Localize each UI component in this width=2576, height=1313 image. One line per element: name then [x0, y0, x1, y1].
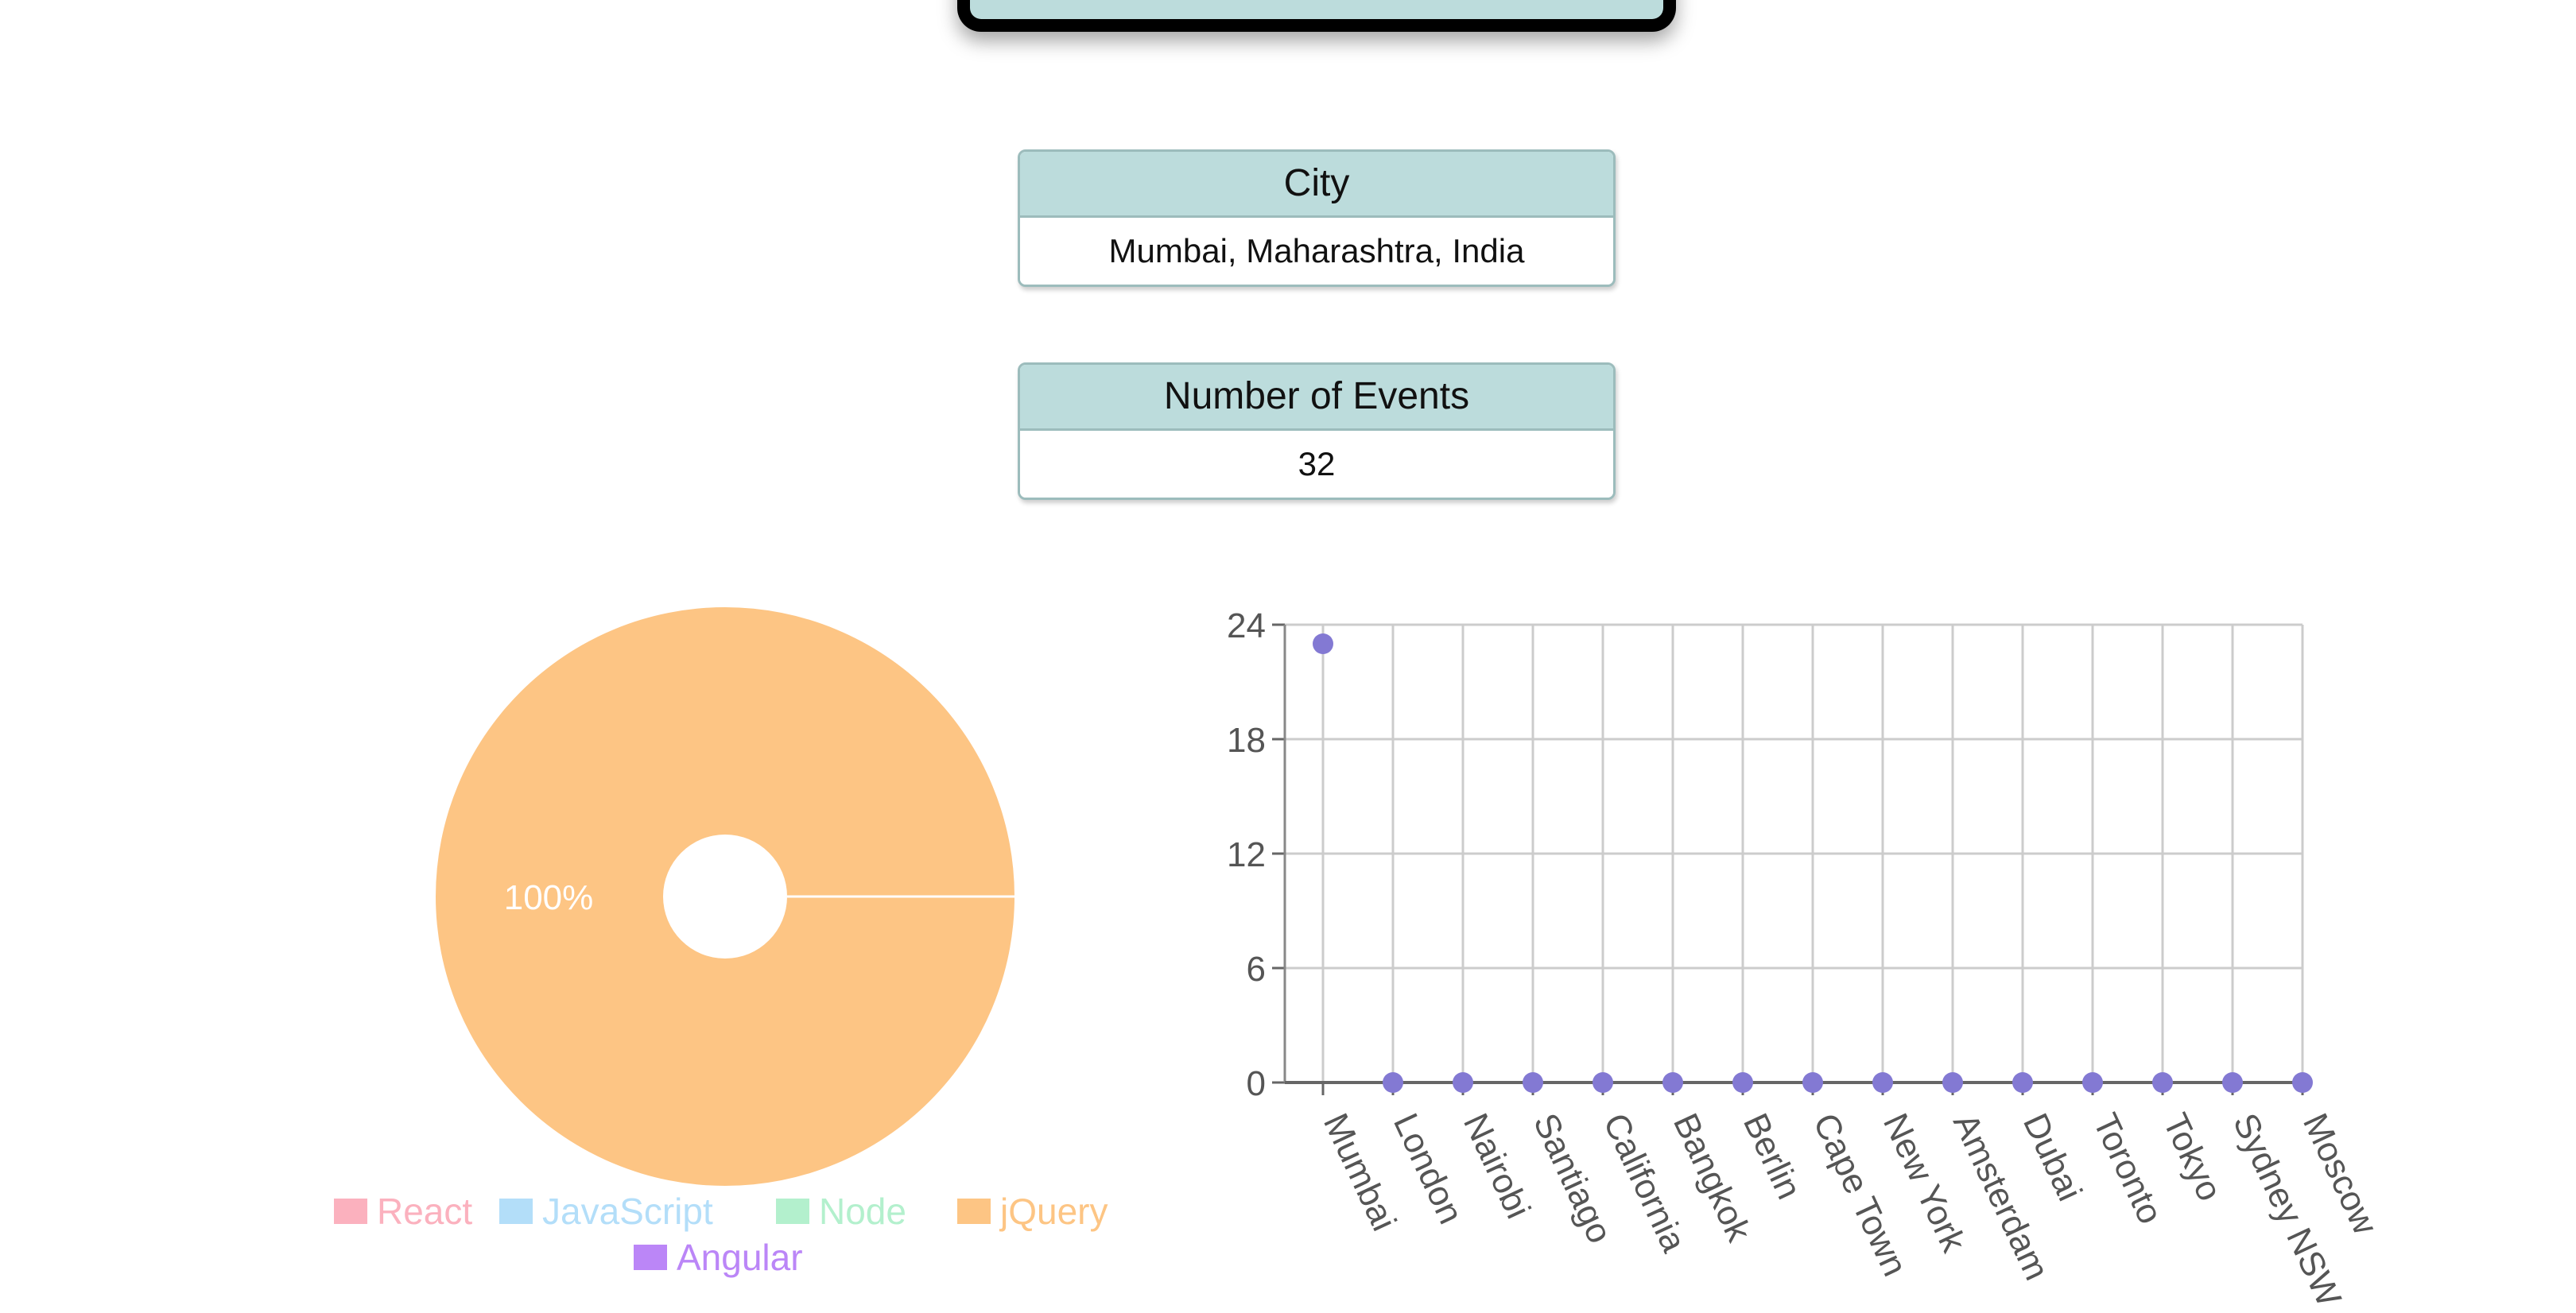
legend-label: jQuery: [999, 1191, 1108, 1232]
scatter-point[interactable]: [1732, 1072, 1753, 1093]
events-card-value: 32: [1020, 431, 1613, 498]
y-tick-label: 24: [1227, 606, 1266, 645]
city-card-label: City: [1020, 152, 1613, 218]
legend-item-jquery[interactable]: jQuery: [957, 1191, 1108, 1232]
x-tick-label: Berlin: [1736, 1108, 1809, 1206]
scatter-point[interactable]: [1593, 1072, 1613, 1093]
legend-item-react[interactable]: React: [334, 1191, 472, 1232]
legend-label: Node: [819, 1191, 906, 1232]
x-tick-label: Dubai: [2015, 1108, 2089, 1207]
x-tick-label: Tokyo: [2155, 1108, 2229, 1207]
scatter-chart: 06121824MumbaiLondonNairobiSantiagoCalif…: [1227, 606, 2385, 1311]
y-tick-label: 12: [1227, 835, 1266, 874]
scatter-point[interactable]: [1453, 1072, 1473, 1093]
scatter-point[interactable]: [1872, 1072, 1893, 1093]
pie-data-label: 100%: [504, 878, 594, 917]
legend-item-javascript[interactable]: JavaScript: [499, 1191, 713, 1232]
y-tick-label: 18: [1227, 721, 1266, 760]
scatter-point[interactable]: [1313, 633, 1333, 654]
scatter-point[interactable]: [1662, 1072, 1683, 1093]
legend-item-node[interactable]: Node: [776, 1191, 906, 1232]
legend-label: React: [377, 1191, 472, 1232]
scatter-point[interactable]: [2012, 1072, 2033, 1093]
legend-item-angular[interactable]: Angular: [634, 1237, 803, 1278]
city-card: City Mumbai, Maharashtra, India: [1018, 149, 1616, 287]
legend-label: JavaScript: [542, 1191, 713, 1232]
scatter-point[interactable]: [2082, 1072, 2103, 1093]
y-tick-label: 0: [1247, 1064, 1266, 1103]
scatter-point[interactable]: [1523, 1072, 1543, 1093]
y-tick-label: 6: [1247, 950, 1266, 989]
events-card-label: Number of Events: [1020, 365, 1613, 431]
scatter-point[interactable]: [2152, 1072, 2173, 1093]
scatter-point[interactable]: [2292, 1072, 2313, 1093]
events-card: Number of Events 32: [1018, 362, 1616, 500]
top-panel-cutoff: [957, 0, 1676, 32]
city-card-value: Mumbai, Maharashtra, India: [1020, 218, 1613, 285]
scatter-point[interactable]: [1383, 1072, 1403, 1093]
pie-chart: 100% React JavaScript Node jQuery Angular: [334, 607, 1108, 1278]
scatter-point[interactable]: [1802, 1072, 1823, 1093]
scatter-point[interactable]: [1942, 1072, 1963, 1093]
legend-label: Angular: [677, 1237, 803, 1278]
page: City Mumbai, Maharashtra, India Number o…: [0, 0, 2576, 1313]
scatter-point[interactable]: [2222, 1072, 2243, 1093]
